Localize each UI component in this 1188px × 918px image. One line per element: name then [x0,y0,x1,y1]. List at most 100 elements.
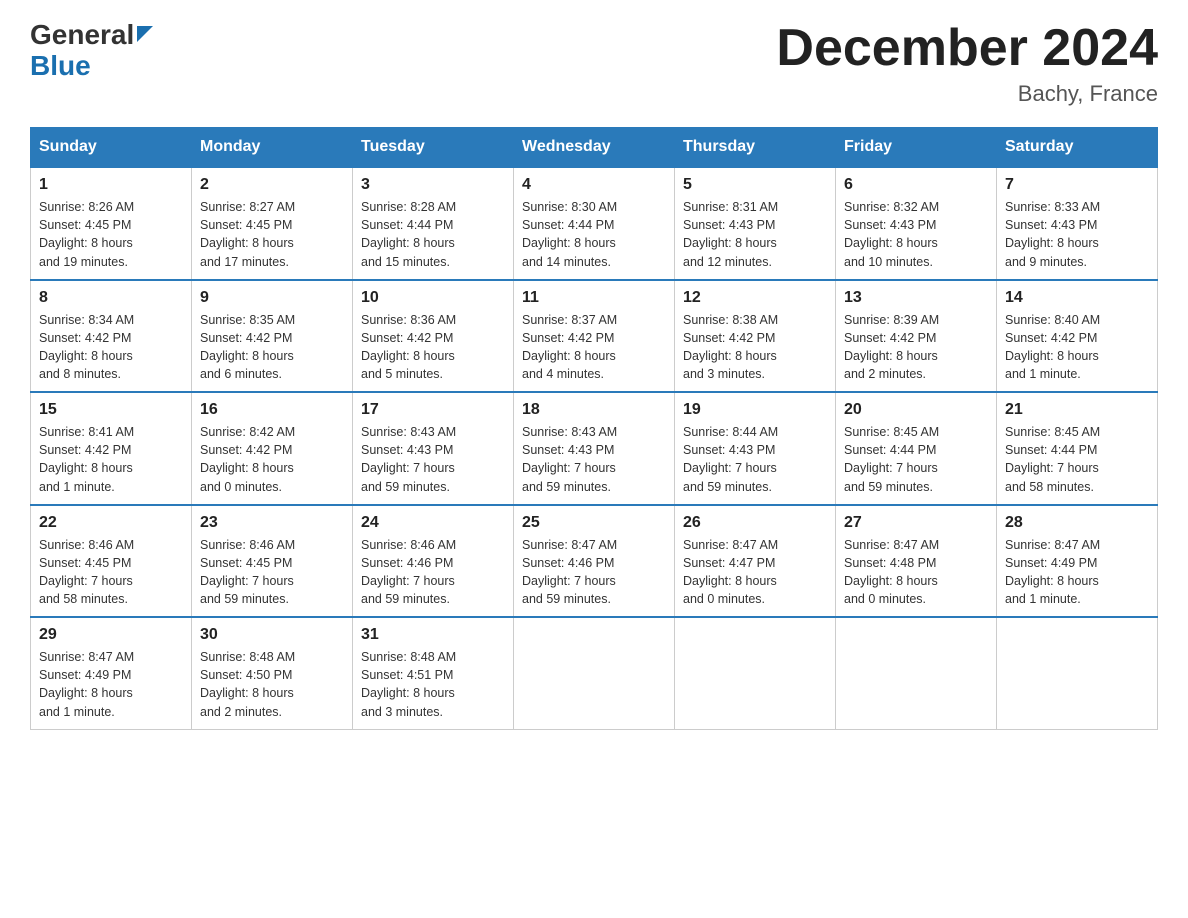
calendar-cell: 23 Sunrise: 8:46 AMSunset: 4:45 PMDaylig… [192,505,353,618]
day-info: Sunrise: 8:27 AMSunset: 4:45 PMDaylight:… [200,198,344,271]
day-number: 31 [361,626,505,644]
calendar-cell: 29 Sunrise: 8:47 AMSunset: 4:49 PMDaylig… [31,617,192,729]
day-number: 7 [1005,176,1149,194]
day-info: Sunrise: 8:47 AMSunset: 4:49 PMDaylight:… [39,648,183,721]
calendar-cell: 6 Sunrise: 8:32 AMSunset: 4:43 PMDayligh… [836,167,997,280]
calendar-cell [675,617,836,729]
day-number: 20 [844,401,988,419]
day-info: Sunrise: 8:35 AMSunset: 4:42 PMDaylight:… [200,311,344,384]
calendar-cell [997,617,1158,729]
week-row-3: 15 Sunrise: 8:41 AMSunset: 4:42 PMDaylig… [31,392,1158,505]
calendar-cell [836,617,997,729]
day-number: 23 [200,514,344,532]
day-number: 14 [1005,289,1149,307]
day-number: 17 [361,401,505,419]
calendar-cell: 15 Sunrise: 8:41 AMSunset: 4:42 PMDaylig… [31,392,192,505]
day-info: Sunrise: 8:46 AMSunset: 4:45 PMDaylight:… [39,536,183,609]
day-info: Sunrise: 8:41 AMSunset: 4:42 PMDaylight:… [39,423,183,496]
calendar-cell: 20 Sunrise: 8:45 AMSunset: 4:44 PMDaylig… [836,392,997,505]
weekday-header-wednesday: Wednesday [514,128,675,168]
calendar-cell: 5 Sunrise: 8:31 AMSunset: 4:43 PMDayligh… [675,167,836,280]
day-number: 12 [683,289,827,307]
day-number: 8 [39,289,183,307]
day-info: Sunrise: 8:43 AMSunset: 4:43 PMDaylight:… [361,423,505,496]
day-info: Sunrise: 8:30 AMSunset: 4:44 PMDaylight:… [522,198,666,271]
calendar-cell [514,617,675,729]
day-info: Sunrise: 8:36 AMSunset: 4:42 PMDaylight:… [361,311,505,384]
day-number: 2 [200,176,344,194]
calendar-cell: 13 Sunrise: 8:39 AMSunset: 4:42 PMDaylig… [836,280,997,393]
day-number: 21 [1005,401,1149,419]
day-number: 15 [39,401,183,419]
week-row-2: 8 Sunrise: 8:34 AMSunset: 4:42 PMDayligh… [31,280,1158,393]
calendar-cell: 21 Sunrise: 8:45 AMSunset: 4:44 PMDaylig… [997,392,1158,505]
day-info: Sunrise: 8:48 AMSunset: 4:50 PMDaylight:… [200,648,344,721]
day-info: Sunrise: 8:47 AMSunset: 4:47 PMDaylight:… [683,536,827,609]
calendar-cell: 7 Sunrise: 8:33 AMSunset: 4:43 PMDayligh… [997,167,1158,280]
day-info: Sunrise: 8:46 AMSunset: 4:45 PMDaylight:… [200,536,344,609]
day-info: Sunrise: 8:33 AMSunset: 4:43 PMDaylight:… [1005,198,1149,271]
calendar-cell: 26 Sunrise: 8:47 AMSunset: 4:47 PMDaylig… [675,505,836,618]
day-info: Sunrise: 8:47 AMSunset: 4:49 PMDaylight:… [1005,536,1149,609]
logo-arrow-icon [137,26,153,42]
calendar-cell: 24 Sunrise: 8:46 AMSunset: 4:46 PMDaylig… [353,505,514,618]
calendar-table: SundayMondayTuesdayWednesdayThursdayFrid… [30,127,1158,730]
day-number: 4 [522,176,666,194]
day-info: Sunrise: 8:45 AMSunset: 4:44 PMDaylight:… [844,423,988,496]
month-title: December 2024 [776,20,1158,77]
calendar-cell: 25 Sunrise: 8:47 AMSunset: 4:46 PMDaylig… [514,505,675,618]
calendar-cell: 14 Sunrise: 8:40 AMSunset: 4:42 PMDaylig… [997,280,1158,393]
calendar-cell: 19 Sunrise: 8:44 AMSunset: 4:43 PMDaylig… [675,392,836,505]
title-section: December 2024 Bachy, France [776,20,1158,107]
week-row-5: 29 Sunrise: 8:47 AMSunset: 4:49 PMDaylig… [31,617,1158,729]
day-info: Sunrise: 8:44 AMSunset: 4:43 PMDaylight:… [683,423,827,496]
day-info: Sunrise: 8:39 AMSunset: 4:42 PMDaylight:… [844,311,988,384]
day-number: 1 [39,176,183,194]
calendar-cell: 3 Sunrise: 8:28 AMSunset: 4:44 PMDayligh… [353,167,514,280]
calendar-cell: 2 Sunrise: 8:27 AMSunset: 4:45 PMDayligh… [192,167,353,280]
day-info: Sunrise: 8:45 AMSunset: 4:44 PMDaylight:… [1005,423,1149,496]
logo: General Blue [30,20,153,82]
page-header: General Blue December 2024 Bachy, France [30,20,1158,107]
day-number: 30 [200,626,344,644]
logo-blue: Blue [30,50,91,81]
calendar-cell: 27 Sunrise: 8:47 AMSunset: 4:48 PMDaylig… [836,505,997,618]
week-row-4: 22 Sunrise: 8:46 AMSunset: 4:45 PMDaylig… [31,505,1158,618]
day-number: 10 [361,289,505,307]
day-info: Sunrise: 8:28 AMSunset: 4:44 PMDaylight:… [361,198,505,271]
day-info: Sunrise: 8:26 AMSunset: 4:45 PMDaylight:… [39,198,183,271]
day-number: 25 [522,514,666,532]
weekday-header-row: SundayMondayTuesdayWednesdayThursdayFrid… [31,128,1158,168]
week-row-1: 1 Sunrise: 8:26 AMSunset: 4:45 PMDayligh… [31,167,1158,280]
weekday-header-sunday: Sunday [31,128,192,168]
weekday-header-tuesday: Tuesday [353,128,514,168]
location-label: Bachy, France [776,81,1158,107]
calendar-cell: 31 Sunrise: 8:48 AMSunset: 4:51 PMDaylig… [353,617,514,729]
day-info: Sunrise: 8:46 AMSunset: 4:46 PMDaylight:… [361,536,505,609]
calendar-cell: 22 Sunrise: 8:46 AMSunset: 4:45 PMDaylig… [31,505,192,618]
day-info: Sunrise: 8:47 AMSunset: 4:46 PMDaylight:… [522,536,666,609]
calendar-cell: 4 Sunrise: 8:30 AMSunset: 4:44 PMDayligh… [514,167,675,280]
calendar-cell: 11 Sunrise: 8:37 AMSunset: 4:42 PMDaylig… [514,280,675,393]
day-number: 18 [522,401,666,419]
day-number: 27 [844,514,988,532]
day-info: Sunrise: 8:47 AMSunset: 4:48 PMDaylight:… [844,536,988,609]
calendar-cell: 16 Sunrise: 8:42 AMSunset: 4:42 PMDaylig… [192,392,353,505]
day-number: 26 [683,514,827,532]
day-number: 16 [200,401,344,419]
day-number: 22 [39,514,183,532]
day-number: 28 [1005,514,1149,532]
calendar-cell: 17 Sunrise: 8:43 AMSunset: 4:43 PMDaylig… [353,392,514,505]
weekday-header-monday: Monday [192,128,353,168]
day-number: 19 [683,401,827,419]
day-info: Sunrise: 8:32 AMSunset: 4:43 PMDaylight:… [844,198,988,271]
day-number: 9 [200,289,344,307]
calendar-cell: 30 Sunrise: 8:48 AMSunset: 4:50 PMDaylig… [192,617,353,729]
weekday-header-saturday: Saturday [997,128,1158,168]
day-info: Sunrise: 8:34 AMSunset: 4:42 PMDaylight:… [39,311,183,384]
day-info: Sunrise: 8:48 AMSunset: 4:51 PMDaylight:… [361,648,505,721]
calendar-cell: 10 Sunrise: 8:36 AMSunset: 4:42 PMDaylig… [353,280,514,393]
day-number: 11 [522,289,666,307]
weekday-header-thursday: Thursday [675,128,836,168]
calendar-cell: 12 Sunrise: 8:38 AMSunset: 4:42 PMDaylig… [675,280,836,393]
